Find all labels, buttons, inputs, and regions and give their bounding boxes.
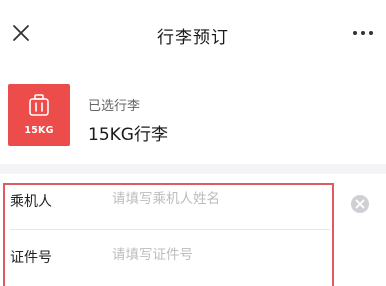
suitcase-icon	[29, 94, 49, 116]
passenger-form: 乘机人 证件号	[0, 174, 386, 286]
baggage-subtitle: 已选行李	[88, 99, 141, 114]
baggage-booking-screen: 行李预订 15KG 已选行李 15KG行李 乘机人 请填写乘机人姓名 证件号 请…	[0, 0, 386, 286]
passenger-name-input[interactable]	[112, 191, 312, 207]
selected-baggage-card: 15KG 已选行李 15KG行李	[0, 68, 386, 164]
id-number-row: 证件号	[0, 230, 340, 284]
badge-weight-label: 15KG	[24, 125, 54, 136]
passenger-row: 乘机人	[0, 174, 340, 230]
baggage-title: 15KG行李	[88, 125, 168, 145]
more-icon[interactable]	[348, 20, 378, 46]
passenger-label: 乘机人	[10, 194, 52, 210]
baggage-badge: 15KG	[8, 84, 70, 146]
clear-icon[interactable]	[350, 194, 370, 214]
page-title: 行李预订	[157, 28, 229, 48]
nav-bar: 行李预订	[0, 0, 386, 68]
id-number-input[interactable]	[112, 247, 312, 263]
id-number-label: 证件号	[10, 250, 52, 266]
